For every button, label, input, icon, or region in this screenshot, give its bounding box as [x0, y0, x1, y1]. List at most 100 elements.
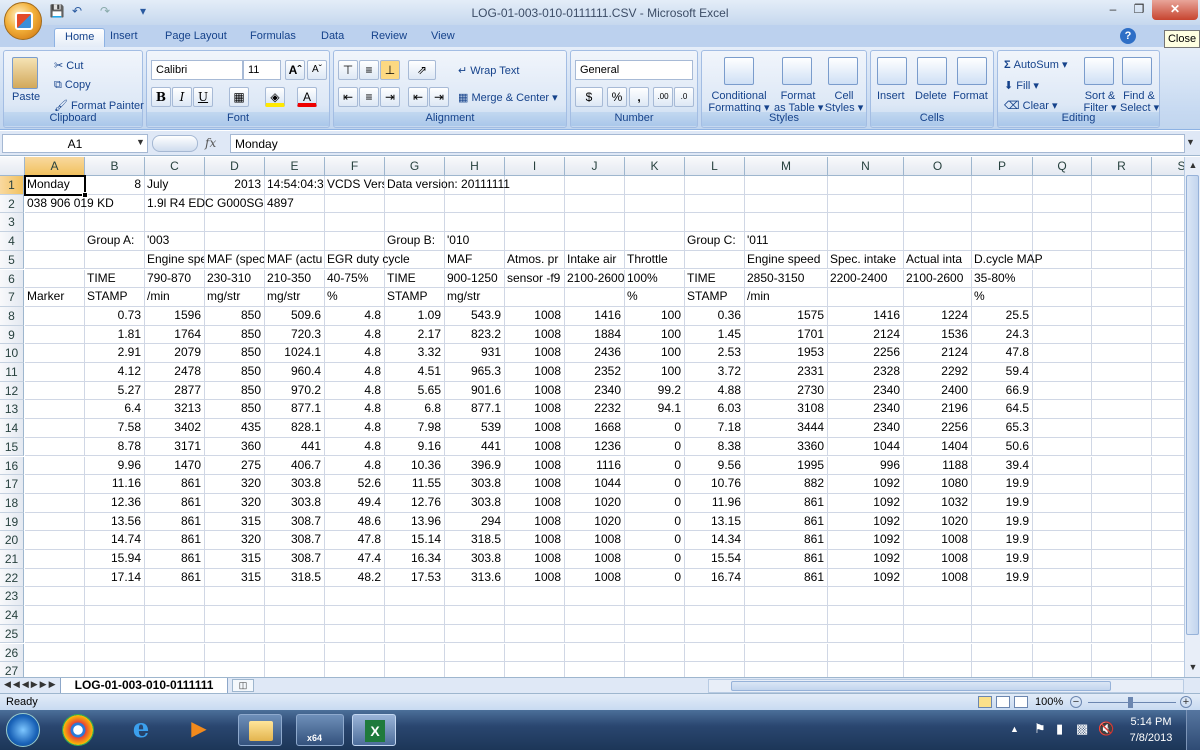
cell-k24[interactable]	[625, 606, 685, 625]
cut-button[interactable]: ✂ Cut	[54, 59, 83, 72]
cell-s20[interactable]	[1152, 531, 1184, 550]
cell-e4[interactable]	[265, 232, 325, 251]
cell-h10[interactable]: 931	[445, 344, 505, 363]
cell-p25[interactable]	[972, 624, 1033, 644]
cell-k5[interactable]: Throttle	[625, 250, 685, 270]
cell-d4[interactable]	[205, 232, 265, 251]
column-header[interactable]: C	[145, 157, 205, 176]
cell-s18[interactable]	[1152, 494, 1184, 513]
cell-k13[interactable]: 94.1	[625, 400, 685, 420]
cell-b5[interactable]	[85, 250, 145, 270]
cell-l22[interactable]: 16.74	[685, 568, 745, 588]
cell-q4[interactable]	[1033, 232, 1092, 251]
cell-c22[interactable]: 861	[145, 568, 205, 588]
cell-a4[interactable]	[25, 232, 85, 251]
cell-i21[interactable]: 1008	[505, 550, 565, 569]
cell-k21[interactable]: 0	[625, 550, 685, 569]
font-size-select[interactable]: 11	[243, 60, 281, 80]
row-header[interactable]: 19	[0, 512, 24, 532]
page-layout-view-icon[interactable]	[996, 696, 1010, 708]
cell-f17[interactable]: 52.6	[325, 475, 385, 494]
sheet-nav-icon[interactable]: ◀◀◀▶▶▶	[4, 679, 58, 690]
cell-n21[interactable]: 1092	[828, 550, 904, 569]
cell-a27[interactable]	[25, 662, 85, 677]
cell-l15[interactable]: 8.38	[685, 437, 745, 457]
cell-o10[interactable]: 2124	[904, 344, 972, 363]
cell-j27[interactable]	[565, 662, 625, 677]
cell-d11[interactable]: 850	[205, 363, 265, 382]
cell-r18[interactable]	[1092, 493, 1152, 513]
column-header[interactable]: L	[685, 157, 745, 176]
cell-q1[interactable]	[1033, 176, 1092, 195]
cell-i4[interactable]	[505, 232, 565, 251]
close-button[interactable]: ✕	[1152, 0, 1198, 20]
cell-r14[interactable]	[1092, 419, 1152, 438]
cell-k15[interactable]: 0	[625, 437, 685, 457]
clear-button[interactable]: ⌫ Clear ▾	[1004, 99, 1058, 112]
row-header[interactable]: 22	[0, 568, 24, 588]
row-header[interactable]: 24	[0, 606, 24, 625]
cell-d20[interactable]: 320	[205, 531, 265, 550]
cell-l25[interactable]	[685, 624, 745, 644]
sort-filter-button[interactable]: Sort & Filter ▾	[1082, 90, 1118, 114]
cell-c17[interactable]: 861	[145, 475, 205, 494]
cell-q7[interactable]	[1033, 288, 1092, 307]
cell-g22[interactable]: 17.53	[385, 568, 445, 588]
scroll-up-icon[interactable]: ▲	[1186, 157, 1200, 173]
cell-c26[interactable]	[145, 643, 205, 663]
cell-o8[interactable]: 1224	[904, 306, 972, 326]
cell-j18[interactable]: 1020	[565, 493, 625, 513]
cell-a18[interactable]	[25, 493, 85, 513]
cell-f10[interactable]: 4.8	[325, 344, 385, 363]
cell-q20[interactable]	[1033, 531, 1092, 550]
cell-s9[interactable]	[1152, 326, 1184, 345]
cell-i22[interactable]: 1008	[505, 568, 565, 588]
cell-f19[interactable]: 48.6	[325, 512, 385, 532]
cell-g21[interactable]: 16.34	[385, 550, 445, 569]
cell-g19[interactable]: 13.96	[385, 512, 445, 532]
cell-p15[interactable]: 50.6	[972, 437, 1033, 457]
cell-f7[interactable]: %	[325, 288, 385, 307]
cell-q11[interactable]	[1033, 363, 1092, 382]
cell-s12[interactable]	[1152, 382, 1184, 401]
cell-l7[interactable]: STAMP	[685, 288, 745, 307]
cell-g7[interactable]: STAMP	[385, 288, 445, 307]
bold-button[interactable]: B	[151, 87, 171, 107]
percent-icon[interactable]: %	[607, 87, 627, 107]
cell-n27[interactable]	[828, 662, 904, 677]
worksheet-grid[interactable]: A B C D E F G H I J K L M N O P Q R S 1 Monday 8 July 2013 14:54…	[0, 157, 1184, 677]
cell-g25[interactable]	[385, 624, 445, 644]
cell-i11[interactable]: 1008	[505, 363, 565, 382]
cell-h24[interactable]	[445, 606, 505, 625]
name-box[interactable]: A1	[2, 134, 148, 153]
cell-p14[interactable]: 65.3	[972, 419, 1033, 438]
cell-g11[interactable]: 4.51	[385, 363, 445, 382]
cell-r21[interactable]	[1092, 550, 1152, 569]
comma-icon[interactable]: ,	[629, 87, 649, 107]
cell-f12[interactable]: 4.8	[325, 381, 385, 401]
cell-d21[interactable]: 315	[205, 550, 265, 569]
clock-date[interactable]: 7/8/2013	[1126, 732, 1176, 744]
cell-k17[interactable]: 0	[625, 475, 685, 494]
cell-k1[interactable]	[625, 176, 685, 195]
vcds-icon[interactable]: x64	[296, 714, 344, 746]
zoom-level[interactable]: 100%	[1035, 696, 1063, 708]
cell-q24[interactable]	[1033, 606, 1092, 625]
cell-c24[interactable]	[145, 606, 205, 625]
cell-e22[interactable]: 318.5	[265, 568, 325, 588]
conditional-formatting-icon[interactable]	[724, 57, 754, 85]
cell-j23[interactable]	[565, 587, 625, 607]
cell-p1[interactable]	[972, 176, 1033, 195]
cell-s1[interactable]	[1152, 176, 1184, 195]
cell-f14[interactable]: 4.8	[325, 419, 385, 438]
cell-b24[interactable]	[85, 606, 145, 625]
cell-a24[interactable]	[25, 606, 85, 625]
insert-button[interactable]: Insert	[877, 90, 905, 102]
cell-s2[interactable]	[1152, 195, 1184, 214]
cell-n22[interactable]: 1092	[828, 568, 904, 588]
cell-s4[interactable]	[1152, 232, 1184, 251]
row-header[interactable]: 5	[0, 250, 24, 270]
cell-c20[interactable]: 861	[145, 531, 205, 550]
cell-k2[interactable]	[625, 194, 685, 214]
cell-i15[interactable]: 1008	[505, 437, 565, 457]
